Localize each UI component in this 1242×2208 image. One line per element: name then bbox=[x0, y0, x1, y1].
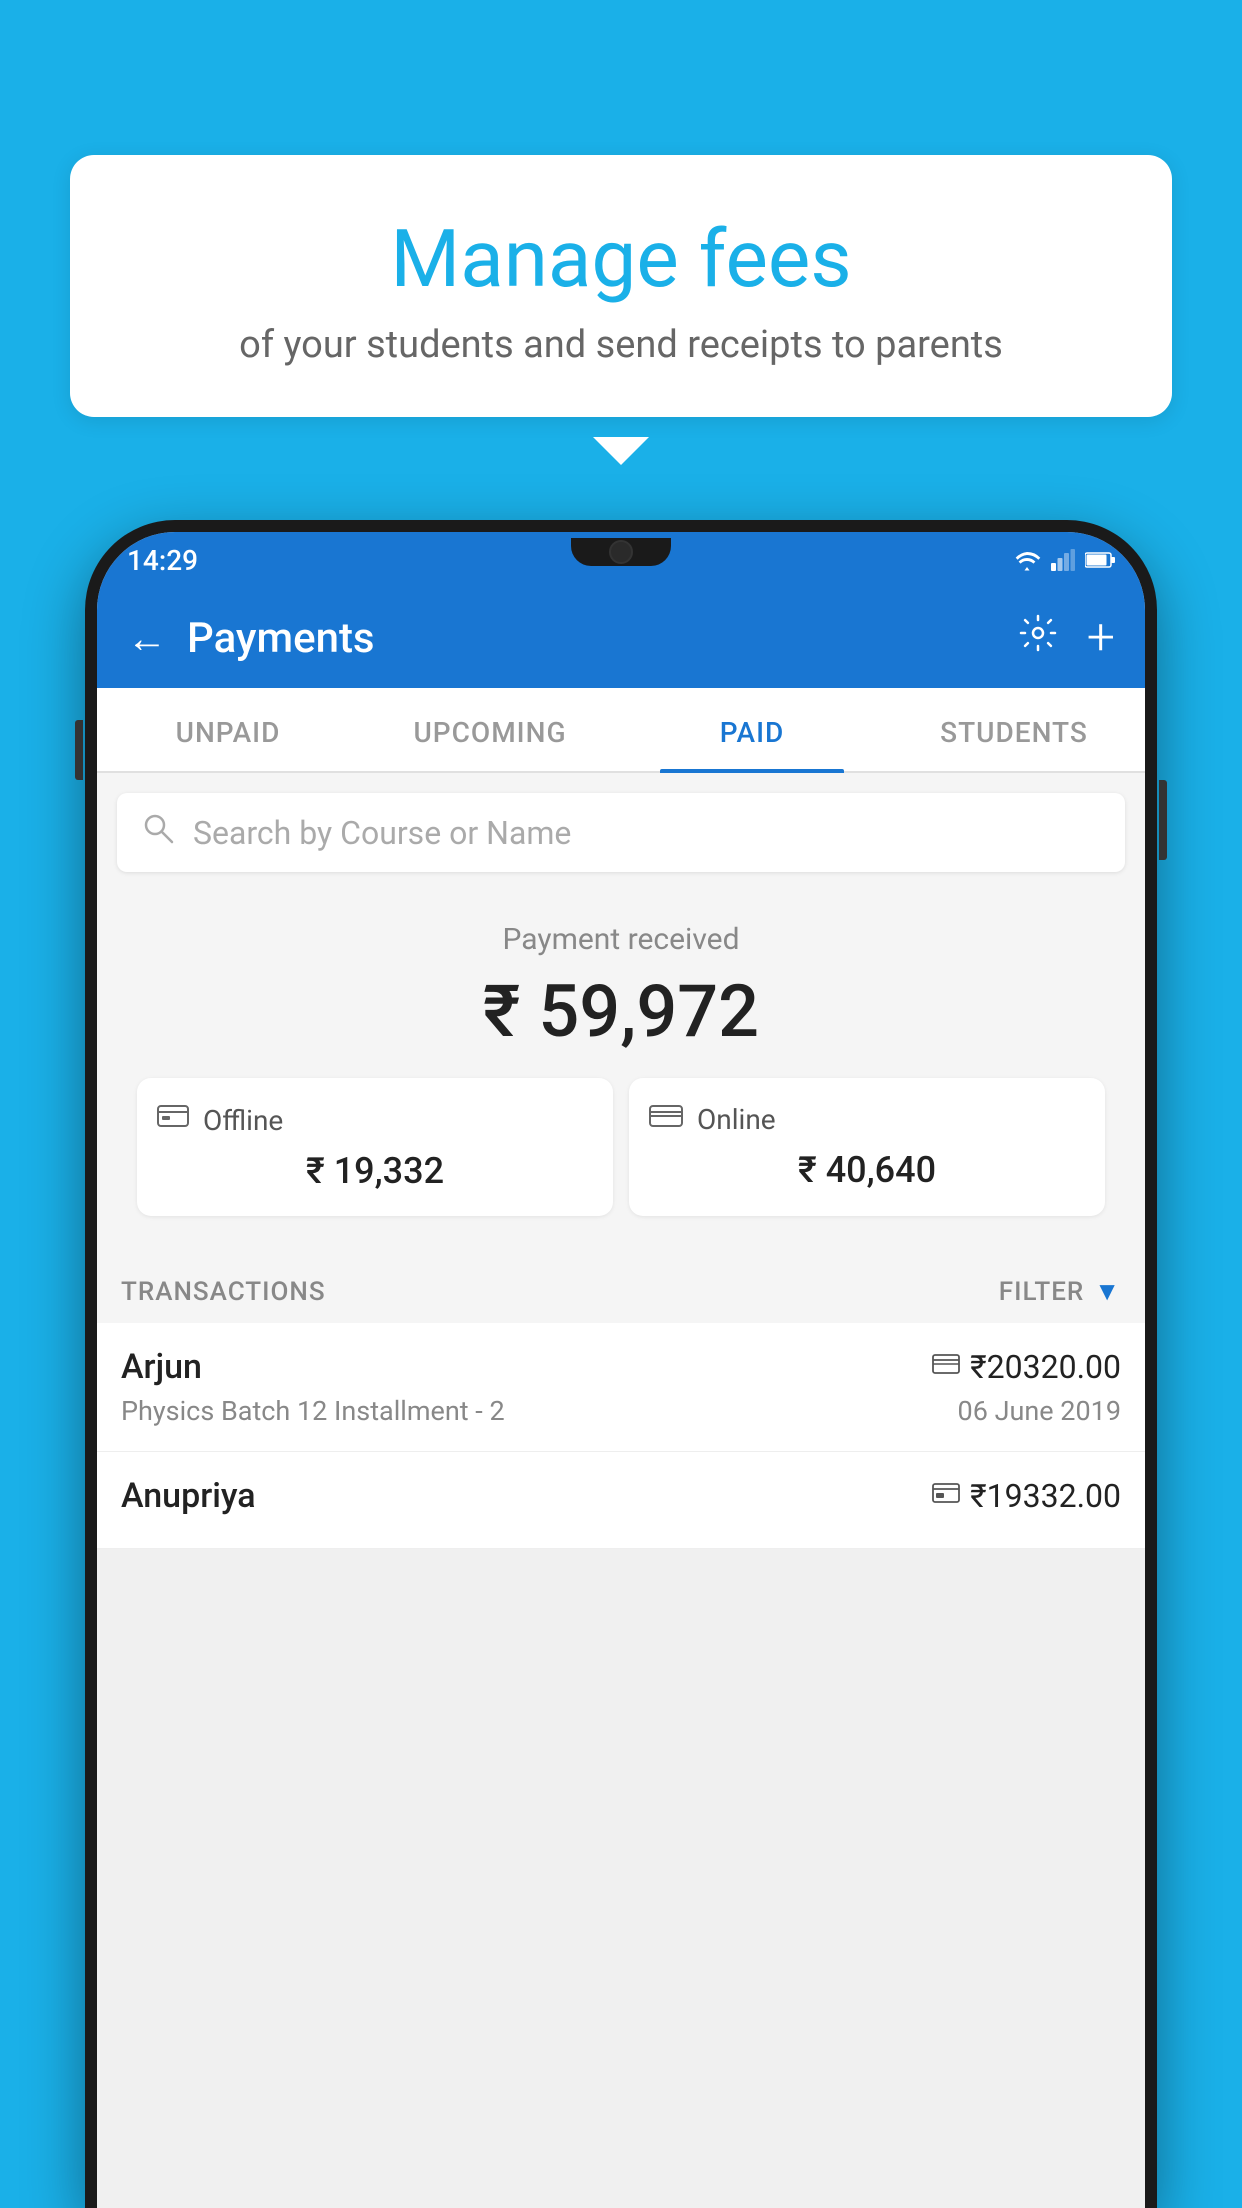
search-icon bbox=[141, 811, 175, 854]
online-icon bbox=[649, 1102, 683, 1137]
transactions-header: TRANSACTIONS FILTER ▼ bbox=[97, 1260, 1145, 1323]
transaction-list: Arjun ₹20320.00 bbox=[97, 1323, 1145, 1549]
online-card-header: Online bbox=[649, 1102, 1085, 1137]
tab-students[interactable]: STUDENTS bbox=[883, 688, 1145, 771]
tooltip-subtitle: of your students and send receipts to pa… bbox=[120, 323, 1122, 367]
settings-button[interactable] bbox=[1019, 614, 1057, 662]
offline-card-header: Offline bbox=[157, 1102, 593, 1138]
back-button[interactable]: ← bbox=[127, 615, 167, 662]
payment-summary: Payment received ₹ 59,972 bbox=[97, 892, 1145, 1260]
transaction-item[interactable]: Anupriya ₹19332.00 bbox=[97, 1452, 1145, 1549]
online-payment-card: Online ₹ 40,640 bbox=[629, 1078, 1105, 1216]
power-button bbox=[1159, 780, 1167, 860]
status-icons bbox=[1013, 549, 1115, 571]
transaction-row2: Physics Batch 12 Installment - 2 06 June… bbox=[121, 1395, 1121, 1427]
tab-unpaid[interactable]: UNPAID bbox=[97, 688, 359, 771]
transaction-row1: Arjun ₹20320.00 bbox=[121, 1347, 1121, 1387]
phone-screen: 14:29 bbox=[97, 532, 1145, 2208]
transactions-label: TRANSACTIONS bbox=[121, 1277, 326, 1307]
offline-card-amount: ₹ 19,332 bbox=[157, 1150, 593, 1192]
volume-button bbox=[75, 720, 83, 780]
transaction-desc: Physics Batch 12 Installment - 2 bbox=[121, 1395, 505, 1427]
tooltip-title: Manage fees bbox=[120, 215, 1122, 303]
payment-cards-row: Offline ₹ 19,332 bbox=[117, 1078, 1125, 1240]
status-time: 14:29 bbox=[127, 544, 198, 577]
offline-payment-icon bbox=[932, 1481, 960, 1511]
front-camera bbox=[609, 540, 633, 564]
filter-label: FILTER bbox=[999, 1277, 1084, 1307]
online-card-type: Online bbox=[697, 1103, 776, 1136]
phone-frame: 14:29 bbox=[85, 520, 1157, 2208]
transaction-name: Arjun bbox=[121, 1347, 202, 1387]
app-bar: ← Payments + bbox=[97, 588, 1145, 688]
transaction-date: 06 June 2019 bbox=[958, 1395, 1121, 1427]
search-bar[interactable]: Search by Course or Name bbox=[117, 793, 1125, 872]
payment-received-label: Payment received bbox=[117, 922, 1125, 957]
app-bar-actions: + bbox=[1019, 613, 1115, 663]
battery-icon bbox=[1085, 551, 1115, 569]
filter-icon: ▼ bbox=[1094, 1276, 1121, 1307]
content-area: Search by Course or Name Payment receive… bbox=[97, 773, 1145, 1549]
tabs-bar: UNPAID UPCOMING PAID STUDENTS bbox=[97, 688, 1145, 773]
app-bar-title: Payments bbox=[187, 614, 1019, 663]
transaction-item[interactable]: Arjun ₹20320.00 bbox=[97, 1323, 1145, 1452]
signal-icon bbox=[1051, 549, 1075, 571]
transaction-amount-value: ₹19332.00 bbox=[970, 1477, 1121, 1515]
online-card-amount: ₹ 40,640 bbox=[649, 1149, 1085, 1191]
wifi-icon bbox=[1013, 549, 1041, 571]
offline-card-type: Offline bbox=[203, 1104, 283, 1137]
payment-received-amount: ₹ 59,972 bbox=[117, 969, 1125, 1054]
phone-notch bbox=[571, 538, 671, 566]
transaction-amount: ₹19332.00 bbox=[932, 1477, 1121, 1515]
tab-paid[interactable]: PAID bbox=[621, 688, 883, 771]
search-placeholder-text: Search by Course or Name bbox=[193, 814, 571, 852]
online-payment-icon bbox=[932, 1352, 960, 1382]
transaction-row1: Anupriya ₹19332.00 bbox=[121, 1476, 1121, 1516]
transaction-amount: ₹20320.00 bbox=[932, 1348, 1121, 1386]
tab-upcoming[interactable]: UPCOMING bbox=[359, 688, 621, 771]
filter-button[interactable]: FILTER ▼ bbox=[999, 1276, 1121, 1307]
tooltip-card: Manage fees of your students and send re… bbox=[70, 155, 1172, 417]
transaction-amount-value: ₹20320.00 bbox=[970, 1348, 1121, 1386]
offline-payment-card: Offline ₹ 19,332 bbox=[137, 1078, 613, 1216]
transaction-name: Anupriya bbox=[121, 1476, 256, 1516]
add-button[interactable]: + bbox=[1087, 613, 1115, 663]
offline-icon bbox=[157, 1102, 189, 1138]
